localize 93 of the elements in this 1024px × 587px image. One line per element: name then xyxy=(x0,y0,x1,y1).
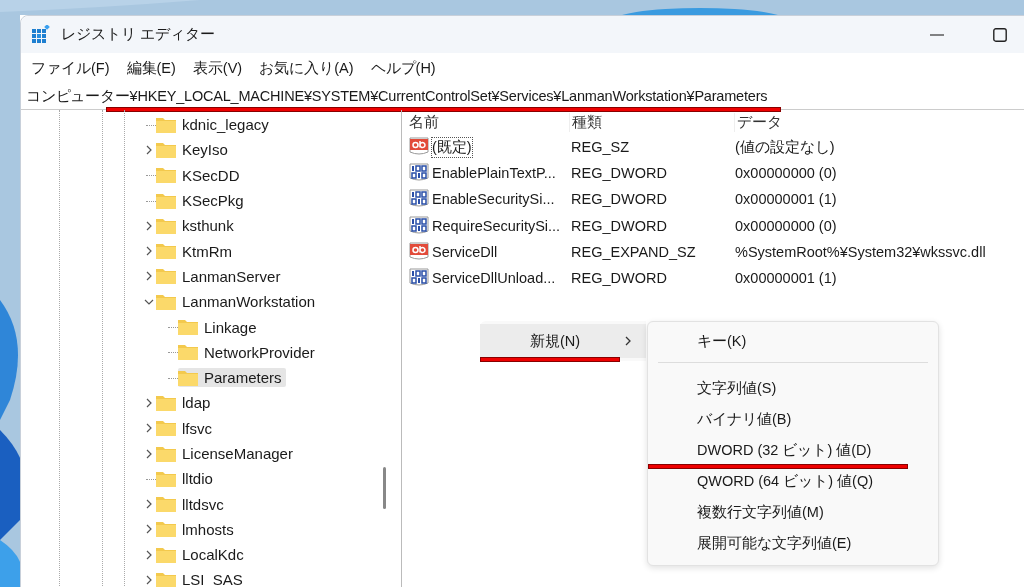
folder-icon xyxy=(156,293,176,310)
menu-item[interactable]: 編集(E) xyxy=(126,58,176,78)
table-cell-text: REG_DWORD xyxy=(570,165,668,182)
folder-icon xyxy=(156,445,176,462)
binary-value-icon xyxy=(409,163,429,184)
chevron-right-icon[interactable] xyxy=(144,423,154,434)
tree-item[interactable]: NetworkProvider xyxy=(178,342,319,362)
menu-item[interactable]: キー(K) xyxy=(648,326,938,357)
tree-item[interactable]: kdnic_legacy xyxy=(156,115,273,135)
menu-item[interactable]: お気に入り(A) xyxy=(259,58,354,78)
column-header[interactable]: 名前 xyxy=(407,112,570,132)
tree-item[interactable]: LanmanServer xyxy=(156,266,285,286)
tree-item[interactable]: KSecPkg xyxy=(156,191,248,211)
tree-item[interactable]: LSI_SAS xyxy=(156,570,247,587)
tree-item[interactable]: LocalKdc xyxy=(156,545,248,565)
menu-item[interactable]: 文字列値(S) xyxy=(648,373,938,404)
chevron-right-icon[interactable] xyxy=(144,549,154,560)
folder-icon xyxy=(178,344,198,361)
folder-icon xyxy=(156,167,176,184)
tree-item[interactable]: KtmRm xyxy=(156,241,236,261)
binary-value-icon xyxy=(409,189,429,210)
folder-icon xyxy=(156,394,176,411)
table-cell-text: REG_DWORD xyxy=(570,270,668,287)
scrollbar-thumb[interactable] xyxy=(383,467,386,509)
folder-icon xyxy=(156,192,176,209)
folder-icon xyxy=(156,496,176,513)
folder-icon xyxy=(178,369,198,386)
folder-icon xyxy=(156,116,176,133)
folder-icon xyxy=(156,546,176,563)
menu-item[interactable]: DWORD (32 ビット) 値(D) xyxy=(648,435,938,466)
table-cell-text: 0x00000000 (0) xyxy=(734,217,838,234)
table-cell-text: 0x00000001 (1) xyxy=(734,191,838,208)
folder-icon xyxy=(178,319,198,335)
tree-item[interactable]: LicenseManager xyxy=(156,444,297,463)
tree-item[interactable]: Linkage xyxy=(178,317,261,337)
folder-icon xyxy=(156,141,176,158)
tree-item[interactable]: lltdio xyxy=(156,469,217,489)
tree-item[interactable]: Parameters xyxy=(178,368,286,388)
menu-item[interactable]: 展開可能な文字列値(E) xyxy=(648,528,938,559)
tree-item[interactable]: ksthunk xyxy=(156,216,238,236)
value-name[interactable]: ServiceDll xyxy=(431,242,499,261)
folder-icon xyxy=(156,521,176,538)
folder-icon xyxy=(156,268,176,285)
folder-icon xyxy=(156,572,176,587)
binary-value-icon xyxy=(409,215,429,236)
tree-item[interactable]: lmhosts xyxy=(156,519,238,539)
table-cell-text: REG_DWORD xyxy=(570,217,668,234)
tree-item[interactable]: LanmanWorkstation xyxy=(156,292,320,312)
tree-item[interactable]: KeyIso xyxy=(156,140,232,160)
tree-item[interactable]: lfsvc xyxy=(156,418,216,438)
address-bar[interactable]: コンピューター¥HKEY_LOCAL_MACHINE¥SYSTEM¥CurrentControlSet¥Services¥LanmanWorkstation¥Parameters xyxy=(21,83,1024,110)
binary-value-icon xyxy=(409,268,429,289)
menu-item[interactable]: ファイル(F) xyxy=(31,58,110,78)
window-title: レジストリ エディター xyxy=(61,25,216,44)
table-cell-text: REG_EXPAND_SZ xyxy=(570,243,697,260)
value-name[interactable]: RequireSecuritySi... xyxy=(431,216,562,235)
chevron-right-icon[interactable] xyxy=(144,246,154,257)
table-cell-text: %SystemRoot%¥System32¥wkssvc.dll xyxy=(734,243,987,260)
folder-icon xyxy=(156,217,176,234)
maximize-icon[interactable] xyxy=(993,27,1007,42)
folder-icon xyxy=(156,420,176,437)
registry-icon xyxy=(31,24,51,45)
folder-icon xyxy=(156,470,176,487)
value-name[interactable]: EnablePlainTextP... xyxy=(431,164,557,183)
string-value-icon xyxy=(409,137,429,158)
menu-item[interactable]: 複数行文字列値(M) xyxy=(648,497,938,528)
value-name[interactable]: EnableSecuritySi... xyxy=(431,190,556,209)
chevron-right-icon[interactable] xyxy=(144,575,154,585)
table-cell-text: REG_DWORD xyxy=(570,191,668,208)
table-cell-text: (値の設定なし) xyxy=(734,137,836,157)
string-value-icon xyxy=(409,241,429,262)
menu-item[interactable]: ヘルプ(H) xyxy=(370,58,436,78)
chevron-right-icon[interactable] xyxy=(144,271,154,282)
menu-item[interactable]: 表示(V) xyxy=(192,58,243,78)
tree-item[interactable]: ldap xyxy=(156,393,215,413)
menu-item[interactable]: QWORD (64 ビット) 値(Q) xyxy=(648,466,938,497)
table-cell-text: 0x00000001 (1) xyxy=(734,270,838,287)
menu-item[interactable]: バイナリ値(B) xyxy=(648,404,938,435)
folder-icon xyxy=(156,243,176,260)
chevron-right-icon[interactable] xyxy=(144,448,154,459)
table-cell-text: REG_SZ xyxy=(570,139,630,156)
chevron-right-icon[interactable] xyxy=(144,144,154,155)
value-name[interactable]: (既定) xyxy=(431,136,473,158)
chevron-right-icon[interactable] xyxy=(144,220,154,231)
value-name[interactable]: ServiceDllUnload... xyxy=(431,269,557,288)
column-header[interactable]: データ xyxy=(735,112,1024,132)
column-header[interactable]: 種類 xyxy=(570,112,735,132)
chevron-right-icon[interactable] xyxy=(144,397,154,408)
chevron-right-icon[interactable] xyxy=(144,524,154,535)
table-cell-text: 0x00000000 (0) xyxy=(734,165,838,182)
tree-item[interactable]: lltdsvc xyxy=(156,494,228,514)
chevron-right-icon[interactable] xyxy=(144,499,154,510)
tree-item[interactable]: KSecDD xyxy=(156,165,244,185)
